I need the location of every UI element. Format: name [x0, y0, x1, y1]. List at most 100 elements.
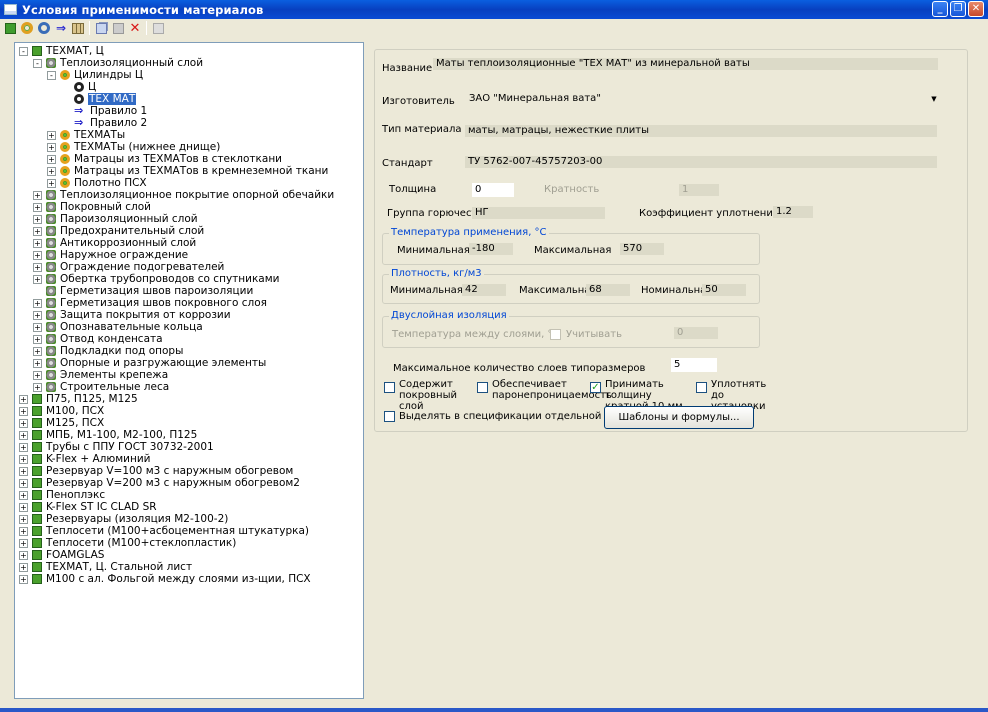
add-circle-icon[interactable] — [36, 20, 52, 36]
expand-icon[interactable]: + — [33, 191, 42, 200]
tree-node[interactable]: Матрацы из ТЕХМАТов в стеклоткани — [60, 153, 282, 165]
tree-node[interactable]: Пеноплэкс — [32, 489, 105, 501]
density-nom-field[interactable]: 50 — [702, 284, 746, 296]
tree-node[interactable]: Покровный слой — [46, 201, 151, 213]
expand-icon[interactable]: + — [19, 467, 28, 476]
expand-icon[interactable]: + — [47, 131, 56, 140]
tree-node[interactable]: K-Flex ST IC CLAD SR — [32, 501, 157, 513]
expand-icon[interactable]: + — [19, 539, 28, 548]
expand-icon[interactable]: + — [19, 479, 28, 488]
expand-icon[interactable]: + — [33, 203, 42, 212]
tree-node[interactable]: Защита покрытия от коррозии — [46, 309, 231, 321]
expand-icon[interactable]: + — [33, 275, 42, 284]
new-material-icon[interactable] — [2, 20, 18, 36]
expand-icon[interactable]: + — [33, 251, 42, 260]
tree-node[interactable]: ТЕХМАТ, Ц — [32, 45, 104, 57]
tree-node[interactable]: Герметизация швов пароизоляции — [46, 285, 253, 297]
chevron-down-icon[interactable]: ▼ — [928, 91, 940, 107]
tree-node[interactable]: Антикоррозионный слой — [46, 237, 196, 249]
tree-node[interactable]: Предохранительный слой — [46, 225, 204, 237]
tree-node[interactable]: Матрацы из ТЕХМАТов в кремнеземной ткани — [60, 165, 328, 177]
tree-node[interactable]: М125, ПСХ — [32, 417, 104, 429]
collapse-icon[interactable]: - — [33, 59, 42, 68]
expand-icon[interactable]: + — [19, 575, 28, 584]
interlayer-temp-field[interactable]: 0 — [674, 327, 718, 339]
compaction-field[interactable]: 1.2 — [773, 206, 813, 218]
tree-node[interactable]: FOAMGLAS — [32, 549, 104, 561]
tree-node[interactable]: Полотно ПСХ — [60, 177, 147, 189]
expand-icon[interactable]: + — [33, 359, 42, 368]
expand-icon[interactable]: + — [47, 167, 56, 176]
tree-node[interactable]: Резервуары (изоляция М2-100-2) — [32, 513, 228, 525]
tree-node[interactable]: Теплосети (М100+стеклопластик) — [32, 537, 236, 549]
tree-node[interactable]: Опорные и разгружающие элементы — [46, 357, 266, 369]
vapor-proof-checkbox[interactable] — [477, 382, 488, 393]
collapse-icon[interactable]: - — [47, 71, 56, 80]
expand-icon[interactable]: + — [19, 419, 28, 428]
compact-before-install-checkbox[interactable] — [696, 382, 707, 393]
expand-icon[interactable]: + — [19, 455, 28, 464]
expand-icon[interactable]: + — [33, 347, 42, 356]
close-button[interactable]: ✕ — [968, 1, 984, 17]
add-rule-icon[interactable]: ⇒ — [53, 20, 69, 36]
expand-icon[interactable]: + — [19, 515, 28, 524]
multiplicity-field[interactable]: 1 — [679, 184, 719, 196]
temp-min-field[interactable]: -180 — [469, 243, 513, 255]
copy-icon[interactable] — [93, 20, 109, 36]
tree-node[interactable]: МПБ, М1-100, М2-100, П125 — [32, 429, 197, 441]
tree-node[interactable]: ТЕХМАТы (нижнее днище) — [60, 141, 220, 153]
tree-node[interactable]: ТЕХМАТ, Ц. Стальной лист — [32, 561, 192, 573]
expand-icon[interactable]: + — [19, 395, 28, 404]
multiple-10mm-checkbox[interactable]: ✓ — [590, 382, 601, 393]
tree-node[interactable]: М100 с ал. Фольгой между слоями из-щии, … — [32, 573, 311, 585]
density-max-field[interactable]: 68 — [586, 284, 630, 296]
tree-node[interactable]: ТЕХ МАТ — [74, 93, 137, 105]
expand-icon[interactable]: + — [19, 551, 28, 560]
temp-max-field[interactable]: 570 — [620, 243, 664, 255]
tree-node[interactable]: ⇒ Правило 2 — [74, 117, 147, 129]
separate-group-checkbox[interactable] — [384, 411, 395, 422]
tree-node[interactable]: Герметизация швов покровного слоя — [46, 297, 267, 309]
standard-field[interactable]: ТУ 5762-007-45757203-00 — [465, 156, 937, 168]
expand-icon[interactable]: + — [19, 443, 28, 452]
expand-icon[interactable]: + — [19, 491, 28, 500]
tree-node[interactable]: Наружное ограждение — [46, 249, 188, 261]
tree-node[interactable]: Элементы крепежа — [46, 369, 168, 381]
tree-node[interactable]: ⇒ Правило 1 — [74, 105, 147, 117]
tree-node[interactable]: Отвод конденсата — [46, 333, 163, 345]
expand-icon[interactable]: + — [33, 311, 42, 320]
expand-icon[interactable]: + — [19, 503, 28, 512]
templates-formulas-button[interactable]: Шаблоны и формулы... — [604, 406, 754, 429]
tree-node[interactable]: Обертка трубопроводов со спутниками — [46, 273, 279, 285]
contains-cover-checkbox[interactable] — [384, 382, 395, 393]
expand-icon[interactable]: + — [19, 527, 28, 536]
title-bar[interactable]: Условия применимости материалов _ ❐ ✕ — [0, 0, 988, 19]
materials-tree[interactable]: - ТЕХМАТ, Ц - Теплоизоляционный слой - Цилинд… — [14, 42, 364, 699]
tree-node[interactable]: K-Flex + Алюминий — [32, 453, 150, 465]
expand-icon[interactable]: + — [33, 335, 42, 344]
type-field[interactable]: маты, матрацы, нежесткие плиты — [465, 125, 937, 137]
paste-icon[interactable] — [110, 20, 126, 36]
tree-node[interactable]: Ограждение подогревателей — [46, 261, 224, 273]
tree-node[interactable]: Теплоизоляционное покрытие опорной обеча… — [46, 189, 334, 201]
flammability-field[interactable]: НГ — [472, 207, 605, 219]
expand-icon[interactable]: + — [33, 215, 42, 224]
grid-icon[interactable] — [70, 20, 86, 36]
tree-node[interactable]: Опознавательные кольца — [46, 321, 203, 333]
expand-icon[interactable]: + — [33, 323, 42, 332]
expand-icon[interactable]: + — [47, 155, 56, 164]
expand-icon[interactable]: + — [47, 179, 56, 188]
expand-icon[interactable]: + — [33, 263, 42, 272]
minimize-button[interactable]: _ — [932, 1, 948, 17]
expand-icon[interactable]: + — [33, 227, 42, 236]
tree-node[interactable]: П75, П125, М125 — [32, 393, 138, 405]
tree-node[interactable]: ТЕХМАТы — [60, 129, 125, 141]
expand-icon[interactable]: + — [33, 239, 42, 248]
tree-node[interactable]: Строительные леса — [46, 381, 169, 393]
tree-node[interactable]: Цилиндры Ц — [60, 69, 143, 81]
collapse-icon[interactable]: - — [19, 47, 28, 56]
account-checkbox[interactable] — [550, 329, 561, 340]
manufacturer-select[interactable]: ЗАО "Минеральная вата" ▼ — [466, 91, 940, 107]
tree-node[interactable]: Пароизоляционный слой — [46, 213, 198, 225]
tree-node[interactable]: Резервуар V=100 м3 с наружным обогревом — [32, 465, 293, 477]
